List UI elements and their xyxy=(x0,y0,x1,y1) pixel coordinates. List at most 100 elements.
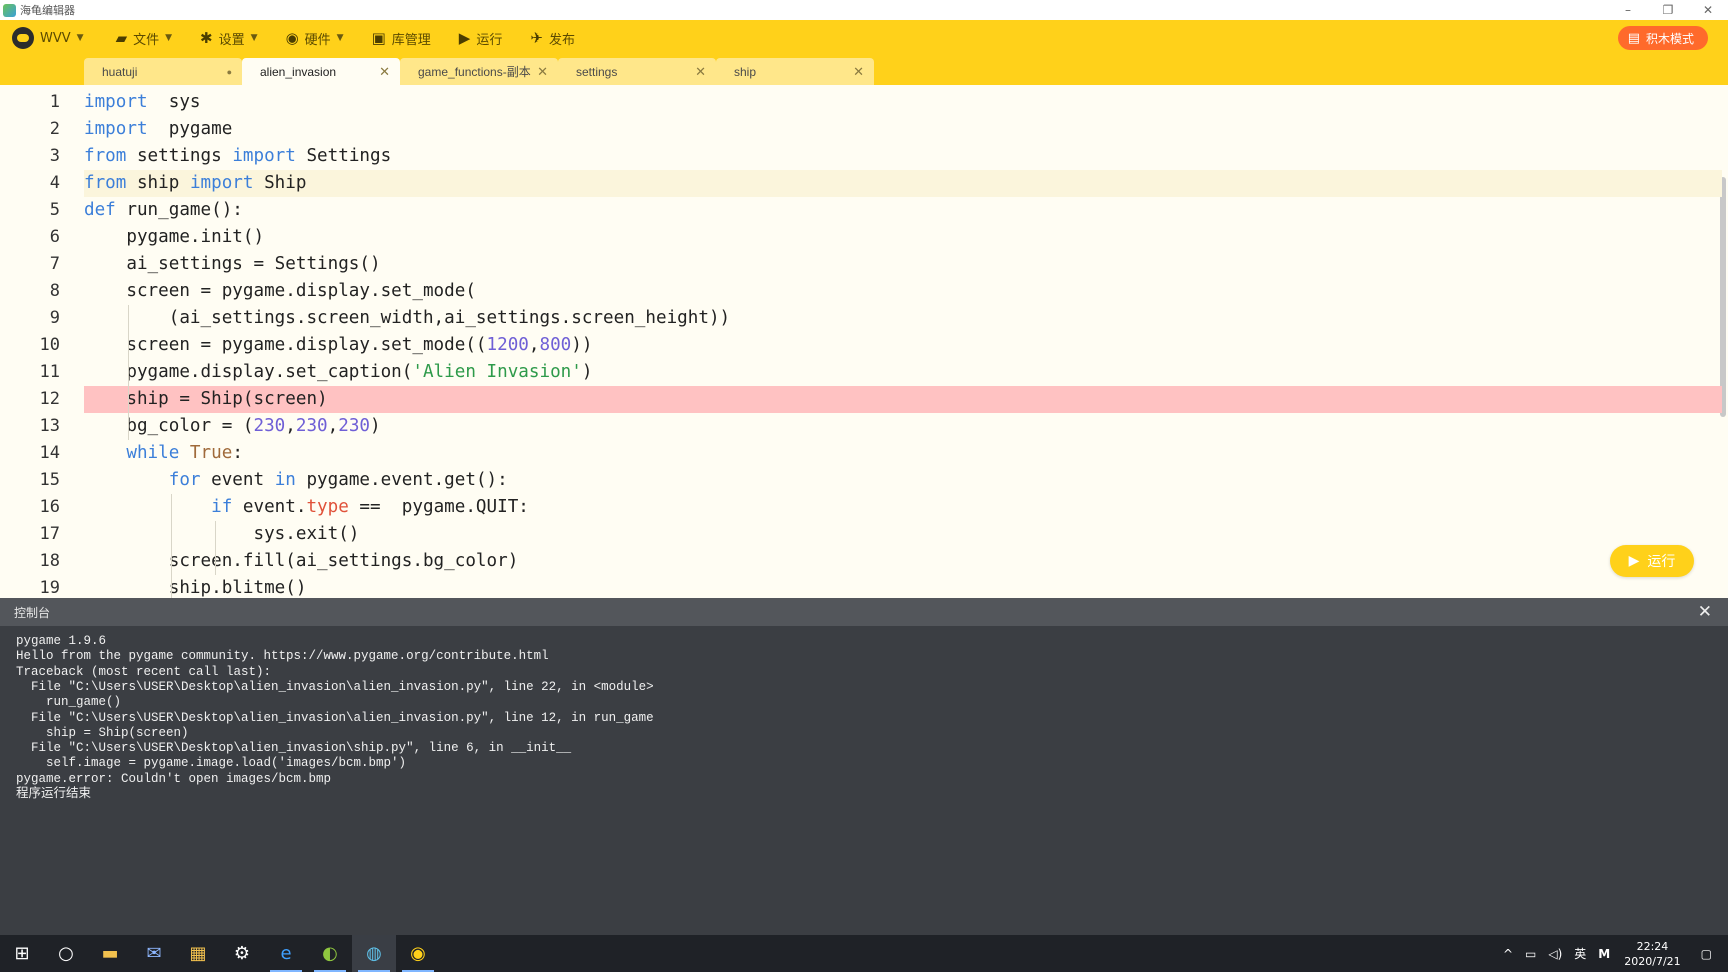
search-circle-icon[interactable]: ○ xyxy=(44,935,88,972)
volume-icon[interactable]: ◁) xyxy=(1548,947,1562,961)
toolbar-item-1[interactable]: ✱ 设置 ▼ xyxy=(190,20,268,56)
tab-4[interactable]: ship ✕ xyxy=(716,58,874,85)
code-token: ai_settings = Settings() xyxy=(84,254,381,274)
tab-1[interactable]: alien_invasion ✕ xyxy=(242,58,400,85)
code-token: import xyxy=(84,119,148,139)
code-token: pygame.init() xyxy=(84,227,265,247)
code-text: def run_game(): xyxy=(84,197,243,224)
code-editor[interactable]: 1 import sys 2 import pygame 3 from settings … xyxy=(0,85,1728,598)
tab-2[interactable]: game_functions-副本 ✕ xyxy=(400,58,558,85)
line-number: 1 xyxy=(49,92,60,112)
indent-guide xyxy=(128,305,129,440)
close-window-button[interactable]: ✕ xyxy=(1688,0,1728,20)
tab-close-icon[interactable]: ✕ xyxy=(379,64,390,80)
console-close-icon[interactable]: ✕ xyxy=(1698,602,1712,622)
code-line[interactable]: 3 from settings import Settings xyxy=(0,143,1722,170)
code-token: ) xyxy=(370,416,381,436)
code-line[interactable]: 9 (ai_settings.screen_width,ai_settings.… xyxy=(0,305,1722,332)
code-line[interactable]: 16 if event.type == pygame.QUIT: xyxy=(0,494,1722,521)
console-line: File "C:\Users\USER\Desktop\alien_invasi… xyxy=(16,741,572,756)
code-token: settings xyxy=(126,146,233,166)
toolbar-item-2[interactable]: ◉ 硬件 ▼ xyxy=(276,20,354,56)
windows-start-icon[interactable]: ⊞ xyxy=(0,935,44,972)
tab-close-icon[interactable]: ✕ xyxy=(853,64,864,80)
code-line[interactable]: 1 import sys xyxy=(0,89,1722,116)
tab-label: game_functions-副本 xyxy=(418,65,531,79)
code-token: ship xyxy=(126,173,190,193)
code-line[interactable]: 2 import pygame xyxy=(0,116,1722,143)
toolbar-item-3[interactable]: ▣ 库管理 xyxy=(362,20,441,56)
code-token: Ship xyxy=(253,173,307,193)
turtle-editor-icon[interactable]: ◍ xyxy=(352,935,396,972)
line-number: 16 xyxy=(39,497,60,517)
code-token: pygame.event.get(): xyxy=(295,470,508,490)
code-line[interactable]: 5 def run_game(): xyxy=(0,197,1722,224)
code-line[interactable]: 15 for event in pygame.event.get(): xyxy=(0,467,1722,494)
toolbar-item-4[interactable]: ▶ 运行 xyxy=(449,20,513,56)
line-number: 6 xyxy=(49,227,60,247)
code-line[interactable]: 17 sys.exit() xyxy=(0,521,1722,548)
toolbar-item-label: 发布 xyxy=(548,32,575,48)
code-line[interactable]: 8 screen = pygame.display.set_mode( xyxy=(0,278,1722,305)
code-line[interactable]: 4 from ship import Ship xyxy=(0,170,1722,197)
settings-gear-icon[interactable]: ⚙ xyxy=(220,935,264,972)
chevron-down-icon: ▼ xyxy=(336,33,344,43)
code-line[interactable]: 18 screen.fill(ai_settings.bg_color) xyxy=(0,548,1722,575)
line-number: 13 xyxy=(39,416,60,436)
code-text: ai_settings = Settings() xyxy=(84,251,381,278)
tab-0[interactable]: huatuji ● xyxy=(84,58,242,85)
notification-icon[interactable]: ▢ xyxy=(1701,947,1712,961)
app-yellow-icon[interactable]: ◉ xyxy=(396,935,440,972)
block-mode-button[interactable]: ▤ 积木模式 xyxy=(1617,26,1708,50)
ime-mode-indicator[interactable]: M xyxy=(1598,947,1610,961)
unsaved-dot-icon[interactable]: ● xyxy=(227,67,232,77)
restore-button[interactable]: ❐ xyxy=(1648,0,1688,20)
toolbar-item-0[interactable]: ▰ 文件 ▼ xyxy=(106,20,182,56)
tab-3[interactable]: settings ✕ xyxy=(558,58,716,85)
console-output: pygame 1.9.6 Hello from the pygame commun… xyxy=(0,626,1728,935)
clock[interactable]: 22:24 2020/7/21 xyxy=(1624,939,1680,969)
code-line[interactable]: 13 bg_color = (230,230,230) xyxy=(0,413,1722,440)
chevron-down-icon: ▼ xyxy=(76,33,84,43)
app-green-icon[interactable]: ◐ xyxy=(308,935,352,972)
toolbar-item-label: 硬件 xyxy=(304,32,331,48)
code-token: , xyxy=(327,416,339,436)
code-token: sys.exit() xyxy=(84,524,360,544)
store-icon[interactable]: ▦ xyxy=(176,935,220,972)
tab-close-icon[interactable]: ✕ xyxy=(695,64,706,80)
tray-chevron-icon[interactable]: ^ xyxy=(1503,947,1513,961)
console-line: Hello from the pygame community. https:/… xyxy=(16,649,549,664)
code-line[interactable]: 19 ship.blitme() xyxy=(0,575,1722,598)
code-line[interactable]: 11 pygame.display.set_caption('Alien Inv… xyxy=(0,359,1722,386)
code-text: while True: xyxy=(84,440,243,467)
code-line[interactable]: 6 pygame.init() xyxy=(0,224,1722,251)
toolbar-item-label: 运行 xyxy=(476,32,503,48)
code-token: event. xyxy=(232,497,307,517)
wvv-menu[interactable]: WVV ▼ xyxy=(0,20,94,56)
code-line[interactable]: 14 while True: xyxy=(0,440,1722,467)
code-token: run_game(): xyxy=(115,200,243,220)
run-button[interactable]: ▶ 运行 xyxy=(1610,545,1694,577)
minimize-button[interactable]: – xyxy=(1608,0,1648,20)
mail-icon[interactable]: ✉ xyxy=(132,935,176,972)
tab-close-icon[interactable]: ✕ xyxy=(537,64,548,80)
code-line[interactable]: 12 ship = Ship(screen) xyxy=(0,386,1722,413)
code-line[interactable]: 7 ai_settings = Settings() xyxy=(0,251,1722,278)
code-token: type xyxy=(306,497,349,517)
line-number: 11 xyxy=(39,362,60,382)
file-explorer-icon[interactable]: ▬ xyxy=(88,935,132,972)
clock-date: 2020/7/21 xyxy=(1624,954,1681,968)
code-text: ship.blitme() xyxy=(84,575,307,598)
edge-browser-icon[interactable]: e xyxy=(264,935,308,972)
tab-label: huatuji xyxy=(102,64,138,79)
chevron-down-icon: ▼ xyxy=(250,33,258,43)
ime-indicator[interactable]: 英 xyxy=(1574,945,1586,962)
toolbar-item-5[interactable]: ✈ 发布 xyxy=(520,20,585,56)
code-line[interactable]: 10 screen = pygame.display.set_mode((120… xyxy=(0,332,1722,359)
file-tab-bar: huatuji ● alien_invasion ✕ game_functions-副本… xyxy=(0,56,1728,85)
code-token: )) xyxy=(571,335,593,355)
toolbar-item-label: 文件 xyxy=(133,32,160,48)
network-icon[interactable]: ▭ xyxy=(1525,947,1536,961)
code-text: ship = Ship(screen) xyxy=(84,386,327,413)
code-text: import sys xyxy=(84,89,201,116)
